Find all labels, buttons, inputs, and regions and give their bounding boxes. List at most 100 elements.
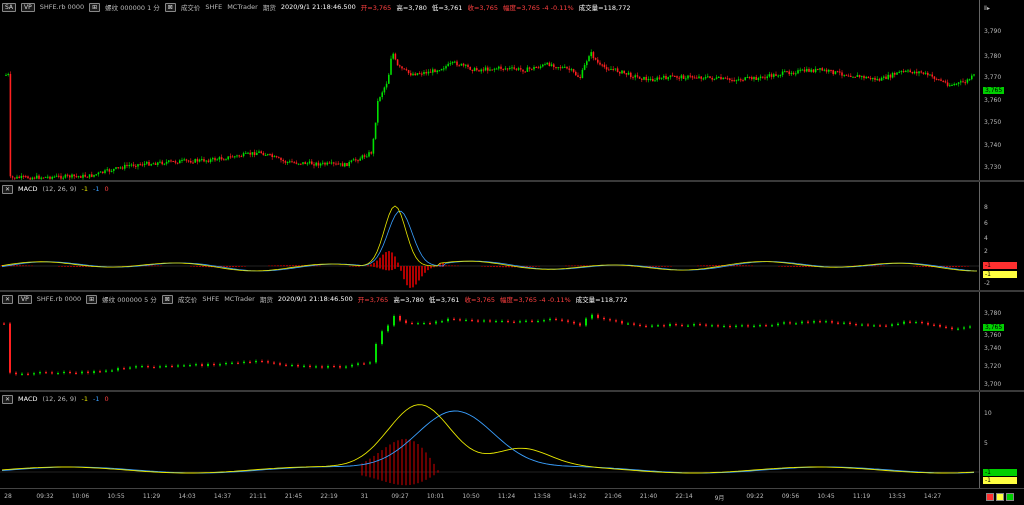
macd-histogram-bar	[529, 266, 531, 267]
macd-histogram-bar	[292, 265, 294, 267]
candle-body	[84, 174, 86, 177]
macd-histogram-bar	[369, 458, 371, 478]
candle-body	[315, 162, 317, 166]
candle-body	[267, 154, 269, 156]
macd-histogram-bar	[745, 265, 747, 267]
macd-histogram-bar	[373, 455, 375, 479]
axis-color-green-button[interactable]	[1006, 493, 1014, 501]
candle-body	[874, 77, 876, 80]
candle-body	[385, 83, 388, 88]
macd-histogram-bar	[430, 266, 432, 269]
candle-body	[459, 319, 461, 321]
candle-body	[894, 72, 896, 75]
time-tick-label: 10:45	[817, 493, 835, 500]
macd-histogram-bar	[388, 251, 390, 271]
candle-body	[49, 176, 51, 179]
candle-body	[680, 75, 683, 79]
candle-body	[834, 71, 837, 75]
candle-body	[808, 68, 810, 72]
candle-body	[669, 75, 672, 78]
macd-histogram-bar	[532, 266, 534, 267]
candle-body	[973, 74, 975, 76]
candle-body	[654, 80, 656, 82]
candle-body	[326, 162, 328, 165]
candle-body	[15, 372, 17, 375]
macd-histogram-bar	[496, 266, 498, 268]
macd-histogram-bar	[418, 266, 420, 281]
macd-histogram-bar	[316, 265, 318, 267]
candle-body	[251, 152, 254, 155]
candle-body	[949, 85, 951, 87]
candle-body	[278, 157, 280, 159]
axis-color-yellow-button[interactable]	[996, 493, 1004, 501]
candle-body	[531, 68, 533, 70]
candle-body	[897, 323, 899, 325]
candle-body	[60, 175, 62, 179]
candle-body	[327, 365, 329, 368]
candle-body	[63, 371, 65, 374]
candle-body	[876, 78, 878, 80]
macd-histogram-bar	[925, 266, 927, 268]
candle-body	[174, 161, 177, 163]
candle-body	[867, 324, 869, 326]
candle-body	[621, 70, 623, 74]
macd-histogram-bar	[28, 265, 30, 267]
candle-body	[515, 68, 518, 70]
candle-body	[539, 66, 542, 68]
axis-color-red-button[interactable]	[986, 493, 994, 501]
price-tick: 3,780	[984, 310, 1002, 317]
candle-body	[249, 361, 251, 363]
candle-body	[814, 68, 817, 73]
macd-histogram-bar	[393, 442, 395, 484]
candle-body	[168, 160, 170, 162]
candle-body	[429, 71, 432, 73]
candle-body	[592, 52, 595, 59]
candle-body	[689, 75, 691, 77]
candle-body	[159, 161, 161, 163]
candle-body	[525, 320, 527, 322]
candle-body	[201, 364, 203, 366]
candle-body	[350, 160, 353, 162]
pause-indicator[interactable]: Ⅱ▸	[984, 5, 990, 12]
candle-body	[33, 177, 36, 179]
candle-body	[845, 74, 848, 76]
candle-body	[267, 361, 269, 363]
candle-body	[847, 75, 850, 77]
candle-body	[454, 61, 456, 63]
candle-body	[506, 68, 509, 70]
candle-body	[927, 72, 929, 76]
candle-body	[484, 67, 487, 71]
candle-body	[707, 76, 709, 78]
candle-body	[765, 325, 767, 327]
candle-body	[93, 174, 95, 177]
candle-body	[652, 78, 654, 82]
candle-body	[964, 82, 966, 84]
candle-body	[940, 79, 942, 81]
macd-histogram-bar	[883, 265, 885, 267]
macd-histogram-bar	[778, 266, 780, 267]
candle-body	[759, 325, 761, 327]
candle-body	[306, 163, 309, 165]
candlestick-chart-1min[interactable]	[0, 0, 980, 180]
macd-histogram-bar	[574, 265, 576, 267]
macd-chart-1[interactable]	[0, 182, 980, 290]
macd-tick: 2	[984, 248, 988, 255]
candle-body	[177, 365, 179, 367]
candle-body	[517, 68, 520, 70]
candle-body	[414, 73, 416, 76]
candle-body	[687, 75, 689, 79]
candle-body	[803, 69, 806, 72]
candle-body	[879, 325, 881, 327]
candlestick-chart-5min[interactable]	[0, 292, 980, 390]
candle-body	[308, 161, 311, 164]
candle-body	[649, 78, 652, 80]
price-tick: 3,790	[984, 28, 1002, 35]
candle-body	[951, 84, 953, 86]
candle-body	[126, 164, 128, 166]
macd-histogram-bar	[391, 252, 393, 271]
macd-chart-2[interactable]	[0, 392, 980, 488]
macd-histogram-bar	[538, 266, 540, 267]
candle-body	[939, 324, 941, 327]
candle-body	[176, 162, 179, 164]
macd-histogram-bar	[433, 463, 435, 476]
